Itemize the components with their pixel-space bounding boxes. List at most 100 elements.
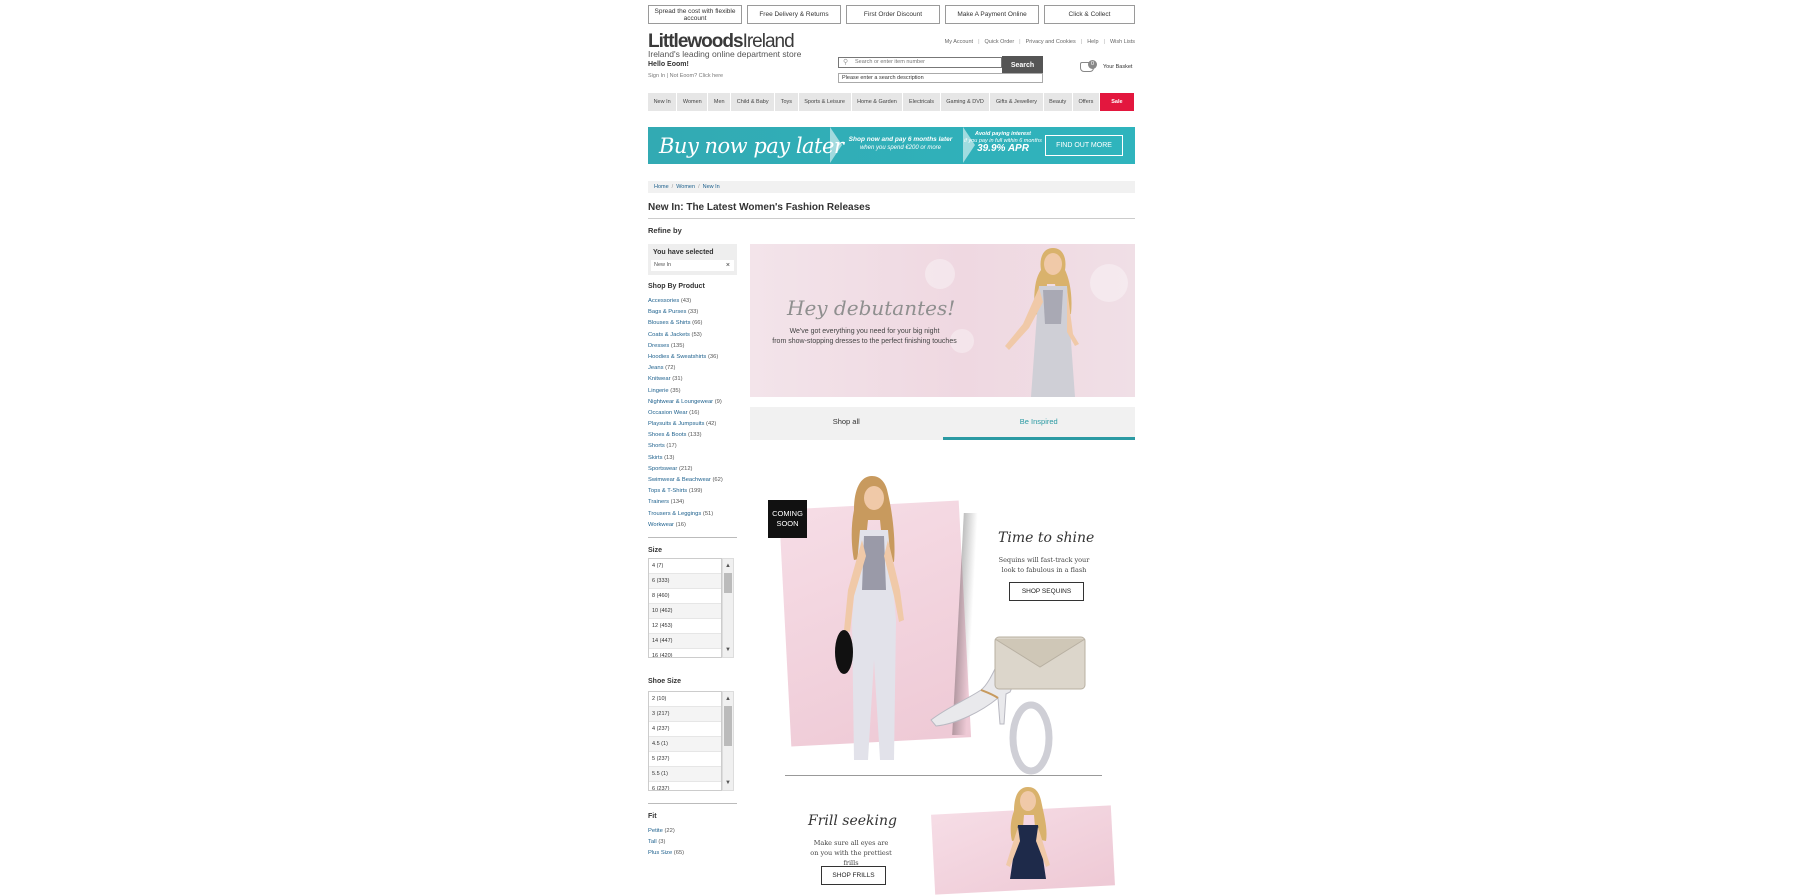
size-option[interactable]: 16 (420) xyxy=(649,649,721,657)
bracelet-image[interactable] xyxy=(1006,700,1056,775)
size-option[interactable]: 3 (217) xyxy=(649,707,721,722)
nav-new-in[interactable]: New In xyxy=(648,93,678,111)
category-link[interactable]: Blouses & Shirts (66) xyxy=(648,318,723,329)
category-link[interactable]: Tops & T-Shirts (199) xyxy=(648,486,723,497)
frill-dress-model-image[interactable] xyxy=(988,785,1068,879)
promo-free-delivery[interactable]: Free Delivery & Returns xyxy=(747,5,841,24)
breadcrumb-women[interactable]: Women xyxy=(676,184,695,190)
category-count: (33) xyxy=(687,309,699,316)
shoe-size-scrollbar[interactable]: ▲ ▼ xyxy=(722,691,734,791)
size-option[interactable]: 5 (237) xyxy=(649,752,721,767)
size-option[interactable]: 6 (333) xyxy=(649,574,721,589)
nav-home-garden[interactable]: Home & Garden xyxy=(852,93,904,111)
scroll-up-icon[interactable]: ▲ xyxy=(723,561,733,571)
clutch-bag-image[interactable] xyxy=(993,633,1088,693)
category-link[interactable]: Jeans (72) xyxy=(648,363,723,374)
scroll-down-icon[interactable]: ▼ xyxy=(723,645,733,655)
category-link[interactable]: Workwear (16) xyxy=(648,520,723,531)
breadcrumb-new-in[interactable]: New In xyxy=(703,184,720,190)
nav-gifts-jewellery[interactable]: Gifts & Jewellery xyxy=(990,93,1044,111)
category-link[interactable]: Skirts (13) xyxy=(648,453,723,464)
category-link[interactable]: Nightwear & Loungewear (9) xyxy=(648,397,723,408)
category-count: (36) xyxy=(707,353,719,360)
category-link[interactable]: Occasion Wear (16) xyxy=(648,408,723,419)
size-option[interactable]: 5.5 (1) xyxy=(649,767,721,782)
category-link[interactable]: Hoodies & Sweatshirts (36) xyxy=(648,352,723,363)
my-account-link[interactable]: My Account xyxy=(945,39,973,45)
category-link[interactable]: Lingerie (35) xyxy=(648,386,723,397)
scroll-down-icon[interactable]: ▼ xyxy=(723,778,733,788)
nav-men[interactable]: Men xyxy=(708,93,732,111)
tab-shop-all[interactable]: Shop all xyxy=(750,407,943,440)
size-option[interactable]: 4.5 (1) xyxy=(649,737,721,752)
fit-link[interactable]: Petite (22) xyxy=(648,826,684,837)
nav-beauty[interactable]: Beauty xyxy=(1044,93,1073,111)
buy-now-pay-later-banner[interactable]: Buy now pay later Shop now and pay 6 mon… xyxy=(648,127,1135,164)
hero-banner[interactable]: Hey debutantes! We've got everything you… xyxy=(750,244,1135,397)
category-link[interactable]: Sportswear (212) xyxy=(648,464,723,475)
category-link[interactable]: Swimwear & Beachwear (62) xyxy=(648,475,723,486)
banner-mid-line1: Shop now and pay 6 months later xyxy=(848,136,953,143)
sign-in-link[interactable]: Sign In | Not Eoom? Click here xyxy=(648,73,723,79)
size-option[interactable]: 8 (460) xyxy=(649,589,721,604)
basket-link[interactable]: Your Basket xyxy=(1103,64,1132,70)
shoe-size-heading: Shoe Size xyxy=(648,678,682,685)
find-out-more-button[interactable]: FIND OUT MORE xyxy=(1045,135,1123,156)
scroll-up-icon[interactable]: ▲ xyxy=(723,694,733,704)
help-link[interactable]: Help xyxy=(1087,39,1098,45)
size-scrollbar[interactable]: ▲ ▼ xyxy=(722,558,734,658)
category-link[interactable]: Shoes & Boots (133) xyxy=(648,430,723,441)
size-option[interactable]: 4 (237) xyxy=(649,722,721,737)
fit-link[interactable]: Tall (3) xyxy=(648,837,684,848)
size-listbox[interactable]: 4 (7) 6 (333) 8 (460) 10 (462) 12 (453) 14 (4… xyxy=(648,558,722,658)
nav-offers[interactable]: Offers xyxy=(1073,93,1100,111)
size-option[interactable]: 14 (447) xyxy=(649,634,721,649)
promo-first-order[interactable]: First Order Discount xyxy=(846,5,940,24)
wish-lists-link[interactable]: Wish Lists xyxy=(1110,39,1135,45)
shoe-size-listbox[interactable]: 2 (10) 3 (217) 4 (237) 4.5 (1) 5 (237) 5.5 (1… xyxy=(648,691,722,791)
category-count: (16) xyxy=(689,409,700,416)
size-option[interactable]: 12 (453) xyxy=(649,619,721,634)
search-input[interactable]: ⚲ Search or enter item number xyxy=(838,57,1002,68)
promo-flexible-account[interactable]: Spread the cost with flexible account xyxy=(648,5,742,24)
category-link[interactable]: Knitwear (31) xyxy=(648,374,723,385)
category-link[interactable]: Accessories (43) xyxy=(648,296,723,307)
nav-sports-leisure[interactable]: Sports & Leisure xyxy=(799,93,852,111)
promo-make-payment[interactable]: Make A Payment Online xyxy=(945,5,1039,24)
category-link[interactable]: Trainers (134) xyxy=(648,497,723,508)
scroll-thumb[interactable] xyxy=(724,706,732,746)
shop-sequins-button[interactable]: SHOP SEQUINS xyxy=(1009,582,1084,601)
selected-filter-value: New In xyxy=(654,262,672,268)
category-link[interactable]: Dresses (135) xyxy=(648,341,723,352)
shine-title: Time to shine xyxy=(998,530,1095,546)
size-option[interactable]: 2 (10) xyxy=(649,692,721,707)
category-link[interactable]: Bags & Purses (33) xyxy=(648,307,723,318)
promo-click-collect[interactable]: Click & Collect xyxy=(1044,5,1135,24)
fit-link[interactable]: Plus Size (65) xyxy=(648,848,684,859)
size-option[interactable]: 4 (7) xyxy=(649,559,721,574)
nav-electricals[interactable]: Electricals xyxy=(903,93,941,111)
category-link[interactable]: Shorts (17) xyxy=(648,441,723,452)
category-count: (13) xyxy=(664,454,675,461)
size-option[interactable]: 10 (462) xyxy=(649,604,721,619)
privacy-link[interactable]: Privacy and Cookies xyxy=(1026,39,1076,45)
remove-filter-icon[interactable]: × xyxy=(726,260,730,271)
nav-toys[interactable]: Toys xyxy=(775,93,799,111)
nav-women[interactable]: Women xyxy=(677,93,709,111)
category-link[interactable]: Trousers & Leggings (51) xyxy=(648,509,723,520)
scroll-thumb[interactable] xyxy=(724,573,732,593)
category-link[interactable]: Coats & Jackets (53) xyxy=(648,330,723,341)
quick-order-link[interactable]: Quick Order xyxy=(985,39,1015,45)
breadcrumb-home[interactable]: Home xyxy=(654,184,669,190)
category-link[interactable]: Playsuits & Jumpsuits (42) xyxy=(648,419,723,430)
tab-be-inspired[interactable]: Be Inspired xyxy=(942,407,1136,440)
shop-frills-button[interactable]: SHOP FRILLS xyxy=(821,866,886,885)
nav-child-baby[interactable]: Child & Baby xyxy=(731,93,776,111)
nav-gaming-dvd[interactable]: Gaming & DVD xyxy=(941,93,991,111)
nav-sale[interactable]: Sale xyxy=(1099,93,1135,111)
size-option[interactable]: 6 (237) xyxy=(649,782,721,790)
frill-subtitle: Make sure all eyes are on you with the p… xyxy=(810,839,892,867)
sequin-dress-model-image[interactable] xyxy=(824,470,914,765)
category-name: Trousers & Leggings xyxy=(648,510,702,517)
category-name: Occasion Wear xyxy=(648,409,688,416)
